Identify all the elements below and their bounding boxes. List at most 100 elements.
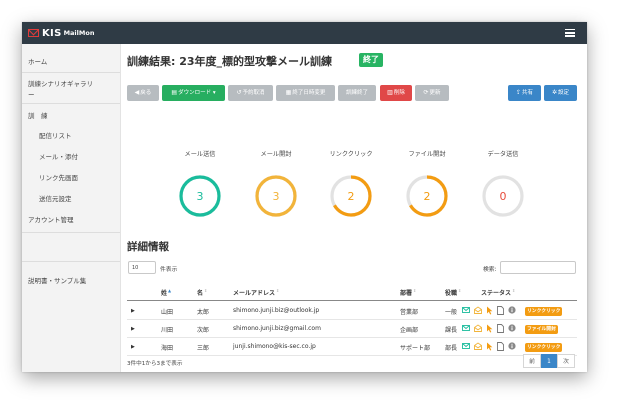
page-size-select[interactable]: 10	[128, 261, 156, 274]
logo-mailmon-text: MailMon	[63, 29, 95, 37]
file-opened-icon	[497, 342, 504, 351]
download-button-label: ダウンロード	[178, 90, 212, 96]
status-tag: リンククリック	[525, 307, 563, 316]
share-button[interactable]: ⇪共有	[508, 85, 541, 101]
change-end-date-button[interactable]: ▦終了日時変更	[276, 85, 335, 101]
end-training-button[interactable]: 訓練終了	[338, 85, 376, 101]
expand-row-icon[interactable]: ▶	[131, 308, 135, 314]
main-content: 訓練結果: 23年度_標的型攻撃メール訓練 終了 ◀戻る ▤ダウンロード ▾ ↺…	[121, 44, 587, 372]
details-heading: 詳細情報	[127, 241, 169, 253]
back-button[interactable]: ◀戻る	[127, 85, 159, 101]
calendar-icon: ▦	[285, 89, 292, 96]
stat-ring: 2	[330, 175, 372, 217]
mail-logo-icon	[28, 29, 39, 37]
info-icon	[508, 342, 516, 350]
gear-icon: ✲	[551, 89, 557, 96]
sidebar-item-manual[interactable]: 説明書・サンプル集	[28, 275, 86, 285]
column-header-email[interactable]: メールアドレス⇕	[233, 288, 279, 297]
sidebar-item-home[interactable]: ホーム	[28, 56, 47, 66]
change-end-date-label: 終了日時変更	[292, 90, 326, 96]
sidebar-divider	[22, 232, 120, 233]
pagination-next[interactable]: 次	[557, 354, 575, 368]
stat-ring-value: 3	[197, 190, 204, 203]
stat-label-data-sent: データ送信	[487, 151, 519, 158]
refresh-button[interactable]: ⟳更新	[415, 85, 449, 101]
status-tag: リンククリック	[525, 343, 563, 352]
sidebar-item-scenario-gallery[interactable]: 訓練シナリオギャラリ	[28, 78, 93, 88]
stat-label-file-opened: ファイル開封	[408, 151, 446, 158]
cancel-schedule-label: 予約取消	[242, 90, 265, 96]
table-info: 3件中1から3まで表示	[127, 361, 183, 367]
cell-department: サポート部	[400, 345, 431, 352]
file-download-icon: ▤	[171, 89, 178, 96]
sort-icon: ⇕	[413, 288, 417, 293]
expand-row-icon[interactable]: ▶	[131, 326, 135, 332]
refresh-icon: ⟳	[423, 89, 429, 96]
page-size-label: 件表示	[160, 267, 178, 273]
mail-open-icon	[474, 342, 482, 350]
hamburger-menu-icon[interactable]	[565, 29, 575, 37]
sidebar-item-account-management[interactable]: アカウント管理	[28, 214, 74, 224]
app-window: KIS MailMon ホーム 訓練シナリオギャラリ ー 訓 練 配信リスト メ…	[22, 22, 587, 372]
mail-sent-icon	[462, 343, 470, 349]
expand-row-icon[interactable]: ▶	[131, 344, 135, 350]
pagination-page-1[interactable]: 1	[541, 354, 557, 368]
file-opened-icon	[497, 324, 504, 333]
stats-rings: 3 3 2 2 0	[179, 175, 524, 217]
cell-last-name: 山田	[161, 309, 174, 316]
sidebar-item-training[interactable]: 訓 練	[28, 110, 48, 120]
stat-ring-value: 0	[500, 190, 507, 203]
cursor-click-icon	[487, 342, 493, 351]
column-header-status[interactable]: ステータス⇕	[481, 288, 515, 297]
file-opened-icon	[497, 306, 504, 315]
table-row[interactable]: ▶ 海田 三郎 junji.shimono@kis-sec.co.jp サポート部 部長 リ…	[127, 338, 577, 356]
search-label: 検索:	[483, 267, 497, 273]
sidebar-divider	[22, 261, 120, 262]
sidebar-item-scenario-gallery-wrap[interactable]: ー	[28, 89, 35, 99]
end-training-label: 訓練終了	[345, 90, 368, 96]
table-row[interactable]: ▶ 川田 次郎 shimono.junji.biz@gmail.com 企画部 課長 ファイ…	[127, 320, 577, 338]
column-header-role[interactable]: 役職⇕	[445, 288, 461, 297]
column-header-department[interactable]: 部署⇕	[400, 288, 416, 297]
info-icon	[508, 306, 516, 314]
pagination-prev[interactable]: 前	[523, 354, 541, 368]
stat-ring-value: 2	[348, 190, 355, 203]
cell-role: 一般	[445, 309, 458, 316]
sort-icon: ⇕	[458, 288, 462, 293]
cell-last-name: 川田	[161, 327, 174, 334]
stat-ring: 3	[255, 175, 297, 217]
sidebar-item-mail-attachment[interactable]: メール・添付	[39, 151, 78, 161]
column-header-first-name[interactable]: 名⇕	[197, 288, 207, 297]
stat-label-mail-opened: メール開封	[260, 151, 292, 158]
cell-last-name: 海田	[161, 345, 174, 352]
cursor-click-icon	[487, 306, 493, 315]
sidebar-item-delivery-list[interactable]: 配信リスト	[39, 130, 72, 140]
settings-button[interactable]: ✲設定	[544, 85, 577, 101]
logo-kis-text: KIS	[42, 27, 62, 39]
table-row[interactable]: ▶ 山田 太郎 shimono.junji.biz@outlook.jp 営業部 一般 リン…	[127, 302, 577, 320]
back-circle-icon: ◀	[134, 89, 140, 96]
sidebar-divider	[22, 103, 120, 104]
mail-sent-icon	[462, 307, 470, 313]
settings-button-label: 設定	[558, 90, 570, 96]
column-header-last-name[interactable]: 姓▲	[161, 288, 171, 297]
undo-icon: ↺	[236, 89, 242, 96]
delete-button-label: 削除	[393, 90, 405, 96]
search-input[interactable]	[500, 261, 576, 274]
cell-email: shimono.junji.biz@gmail.com	[233, 325, 321, 332]
back-button-label: 戻る	[140, 90, 152, 96]
app-logo[interactable]: KIS MailMon	[28, 26, 94, 40]
stat-label-mail-sent: メール送信	[184, 151, 216, 158]
pagination: 前 1 次	[523, 354, 575, 368]
mail-sent-icon	[462, 325, 470, 331]
share-button-label: 共有	[522, 90, 534, 96]
cancel-schedule-button[interactable]: ↺予約取消	[228, 85, 273, 101]
sort-asc-icon: ▲	[168, 288, 172, 293]
cell-department: 営業部	[400, 309, 419, 316]
sidebar-item-link-page[interactable]: リンク先画面	[39, 172, 78, 182]
delete-button[interactable]: ▥削除	[380, 85, 412, 101]
sidebar-item-sender-settings[interactable]: 送信元設定	[39, 193, 72, 203]
share-icon: ⇪	[515, 89, 521, 96]
stat-ring: 3	[179, 175, 221, 217]
download-button[interactable]: ▤ダウンロード ▾	[162, 85, 225, 101]
